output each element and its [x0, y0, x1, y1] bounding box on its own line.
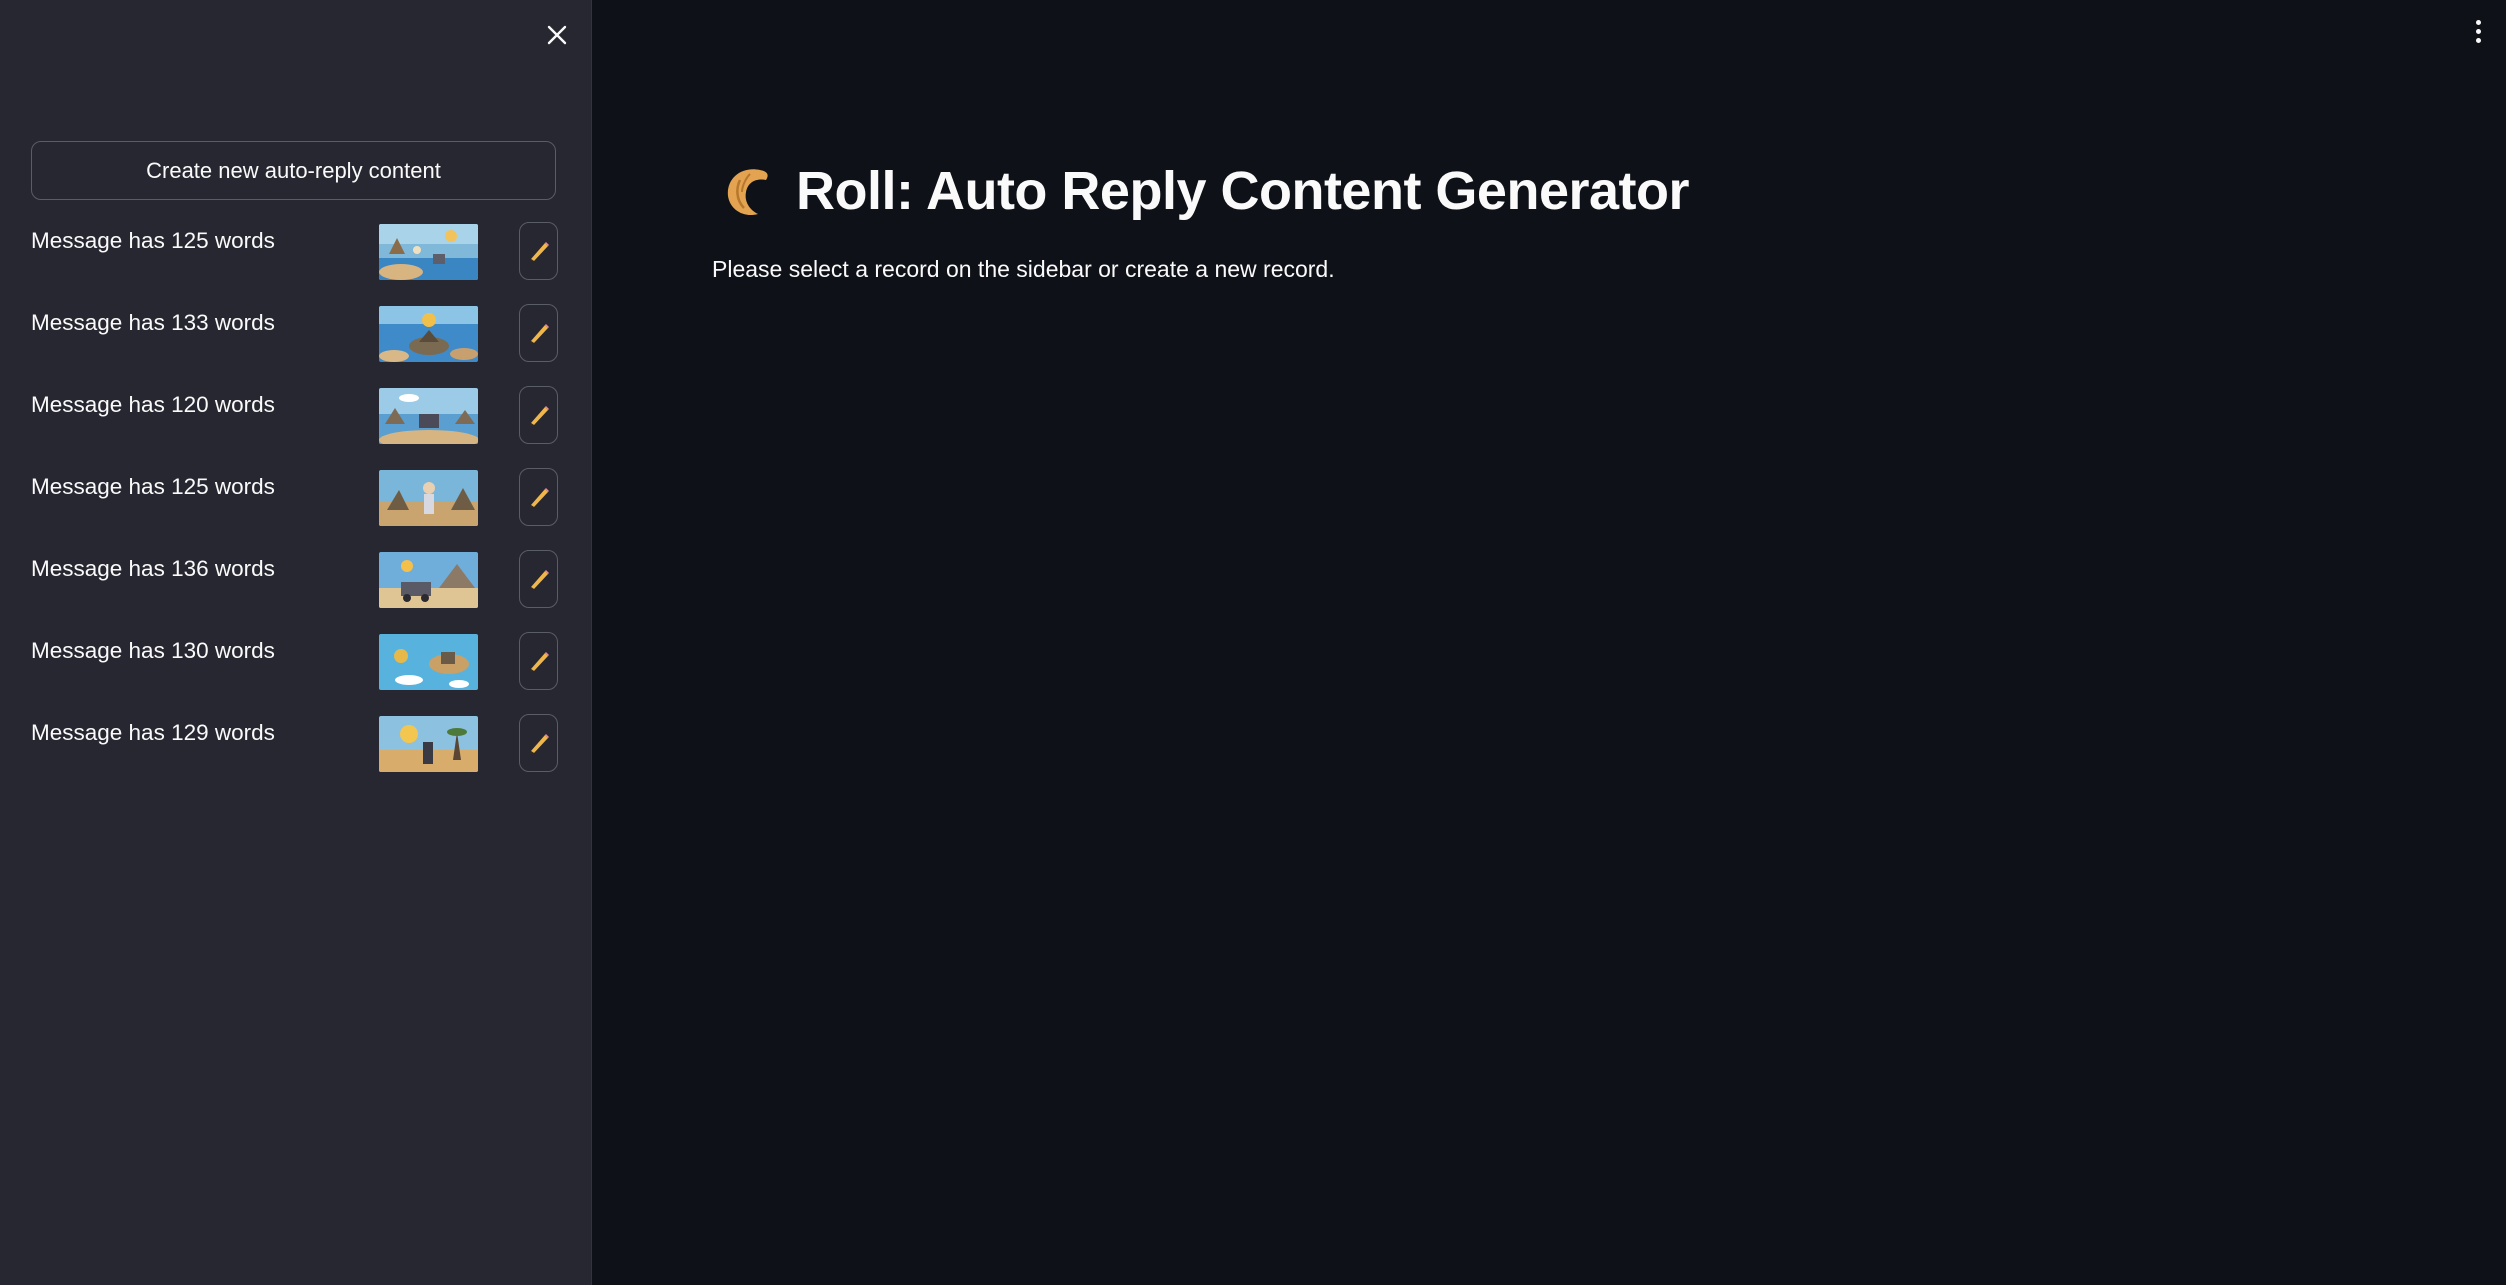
record-label: Message has 120 words — [31, 392, 275, 417]
pencil-icon — [529, 488, 549, 508]
record-thumbnail — [379, 470, 478, 526]
record-item: Message has 136 words — [0, 550, 592, 632]
page-title: Roll: Auto Reply Content Generator — [796, 161, 1690, 221]
create-new-record-button[interactable]: Create new auto-reply content — [31, 141, 556, 200]
croissant-icon — [727, 169, 768, 216]
close-icon — [547, 25, 567, 45]
edit-record-button[interactable] — [519, 714, 558, 772]
page-header: Roll: Auto Reply Content Generator — [720, 160, 1690, 222]
record-item: Message has 129 words — [0, 714, 592, 796]
record-label: Message has 130 words — [31, 638, 275, 663]
record-label: Message has 133 words — [31, 310, 275, 335]
edit-record-button[interactable] — [519, 632, 558, 690]
sidebar-close-button[interactable] — [538, 16, 576, 54]
record-item: Message has 125 words — [0, 222, 592, 304]
edit-record-button[interactable] — [519, 468, 558, 526]
app-root: Create new auto-reply content Message ha… — [0, 0, 2506, 1285]
kebab-dot — [2475, 28, 2481, 34]
kebab-dot — [2475, 37, 2481, 43]
record-thumbnail — [379, 716, 478, 772]
pencil-icon — [529, 324, 549, 344]
edit-record-button[interactable] — [519, 386, 558, 444]
edit-record-button[interactable] — [519, 222, 558, 280]
pencil-icon — [529, 652, 549, 672]
pencil-icon — [529, 242, 549, 262]
page-instructions: Please select a record on the sidebar or… — [712, 256, 1335, 282]
record-list: Message has 125 words Message has 133 wo… — [0, 222, 592, 796]
kebab-dot — [2475, 19, 2481, 25]
create-new-record-label: Create new auto-reply content — [146, 157, 441, 183]
sidebar: Create new auto-reply content Message ha… — [0, 0, 592, 1285]
record-thumbnail — [379, 634, 478, 690]
record-thumbnail — [379, 552, 478, 608]
record-label: Message has 125 words — [31, 474, 275, 499]
record-item: Message has 120 words — [0, 386, 592, 468]
record-item: Message has 125 words — [0, 468, 592, 550]
pencil-icon — [529, 406, 549, 426]
record-label: Message has 125 words — [31, 228, 275, 253]
edit-record-button[interactable] — [519, 550, 558, 608]
record-thumbnail — [379, 306, 478, 362]
pencil-icon — [529, 570, 549, 590]
main-menu-button[interactable] — [2466, 16, 2490, 46]
main-content: Roll: Auto Reply Content Generator Pleas… — [592, 0, 2506, 1285]
record-item: Message has 130 words — [0, 632, 592, 714]
edit-record-button[interactable] — [519, 304, 558, 362]
pencil-icon — [529, 734, 549, 754]
record-item: Message has 133 words — [0, 304, 592, 386]
record-label: Message has 136 words — [31, 556, 275, 581]
record-thumbnail — [379, 388, 478, 444]
record-thumbnail — [379, 224, 478, 280]
record-label: Message has 129 words — [31, 720, 275, 745]
